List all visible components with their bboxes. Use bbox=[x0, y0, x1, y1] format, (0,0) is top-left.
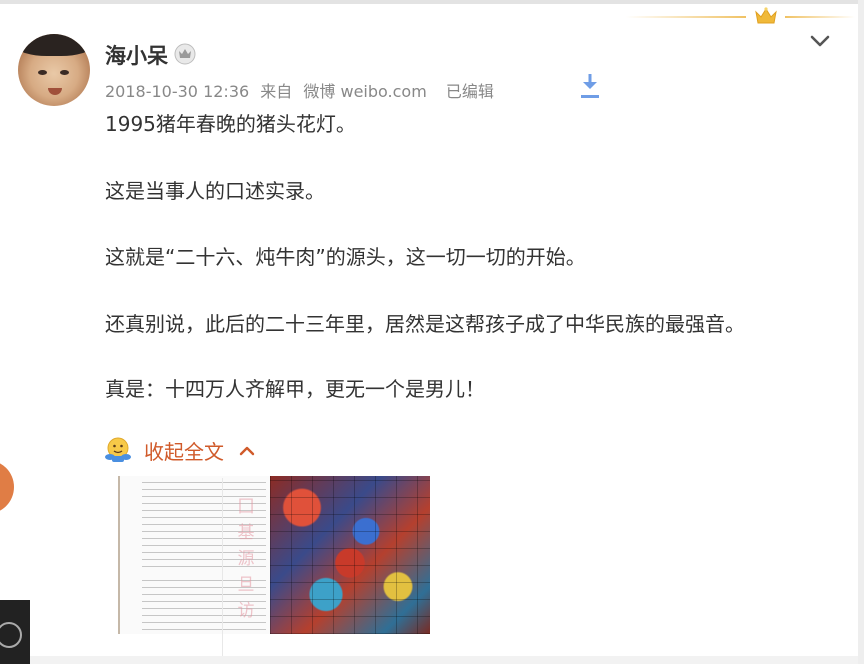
chevron-up-icon[interactable] bbox=[238, 444, 256, 456]
edited-label[interactable]: 已编辑 bbox=[446, 82, 494, 101]
top-border bbox=[0, 0, 864, 4]
source-prefix: 来自 bbox=[260, 82, 293, 101]
corner-control-button[interactable] bbox=[0, 600, 30, 664]
bottom-bar bbox=[30, 656, 858, 664]
post-meta: 2018-10-30 12:36 来自 微博 weibo.com 已编辑 bbox=[105, 78, 500, 102]
watermark: 囗 基 源 旦 访 bbox=[237, 497, 255, 621]
crown-line-left bbox=[626, 16, 746, 18]
post-timestamp[interactable]: 2018-10-30 12:36 bbox=[105, 82, 249, 101]
crown-badge-icon[interactable] bbox=[174, 43, 196, 65]
download-icon[interactable] bbox=[578, 72, 602, 100]
post-paragraph: 这就是“二十六、炖牛肉”的源头，这一切一切的开始。 bbox=[105, 245, 586, 269]
post-paragraph: 1995猪年春晚的猪头花灯。 bbox=[105, 112, 356, 136]
post-paragraph: 真是：十四万人齐解甲，更无一个是男儿！ bbox=[105, 377, 485, 401]
avatar[interactable] bbox=[18, 34, 90, 106]
hug-emoji-icon bbox=[105, 437, 131, 462]
crown-line-right bbox=[785, 16, 855, 18]
divider bbox=[222, 478, 223, 664]
collapse-label[interactable]: 收起全文 bbox=[144, 436, 224, 465]
chevron-down-icon[interactable] bbox=[808, 32, 832, 50]
side-float-button[interactable] bbox=[0, 460, 14, 514]
collapse-text-button[interactable]: 收起全文 bbox=[104, 434, 256, 466]
username[interactable]: 海小呆 bbox=[105, 40, 168, 70]
gold-crown-icon bbox=[755, 7, 777, 24]
post-source[interactable]: 微博 weibo.com bbox=[303, 82, 426, 101]
scrollbar-track[interactable] bbox=[858, 0, 864, 664]
post-paragraph: 这是当事人的口述实录。 bbox=[105, 179, 325, 203]
post-image-thumbnail[interactable] bbox=[270, 476, 430, 634]
post-paragraph: 还真别说，此后的二十三年里，居然是这帮孩子成了中华民族的最强音。 bbox=[105, 312, 745, 336]
